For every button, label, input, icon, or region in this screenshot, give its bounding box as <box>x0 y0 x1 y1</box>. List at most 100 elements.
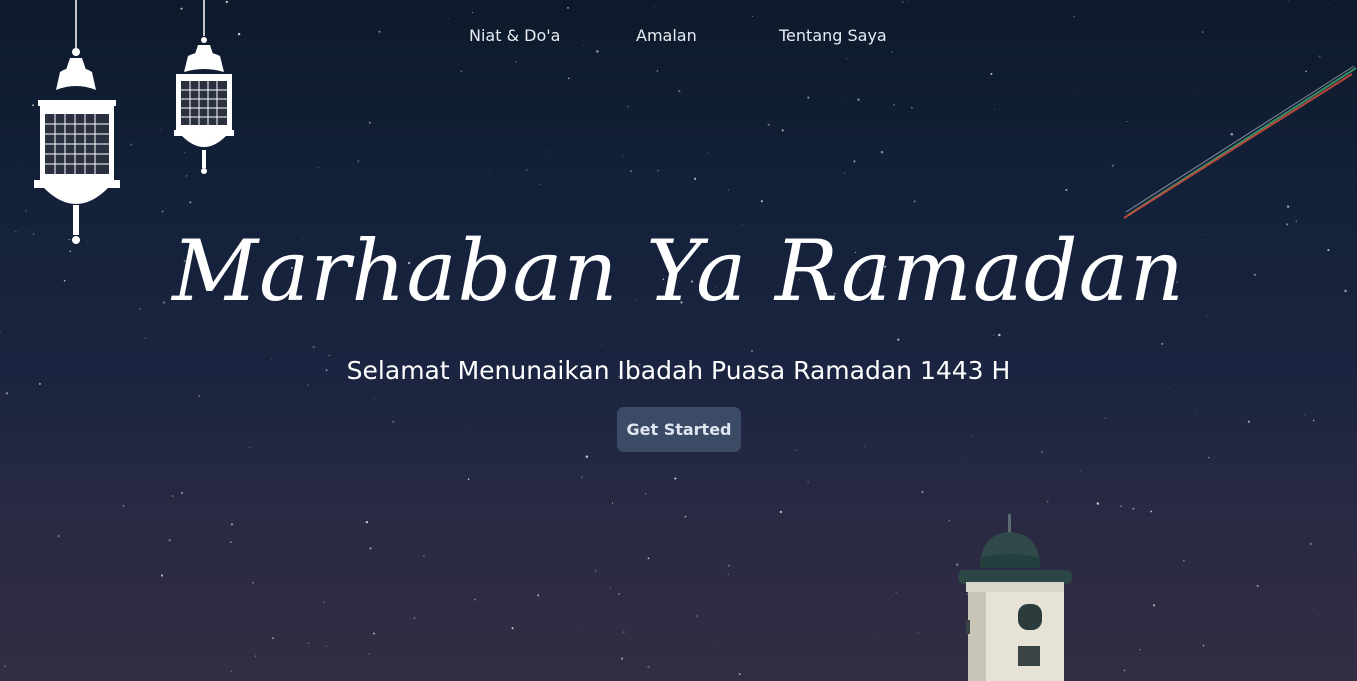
star <box>488 170 490 172</box>
star <box>1079 471 1081 472</box>
star <box>378 30 381 33</box>
star <box>1120 505 1122 507</box>
star <box>1328 3 1329 4</box>
nav-link-niat-doa[interactable]: Niat & Do'a <box>469 26 560 45</box>
star <box>627 105 629 108</box>
star <box>990 72 993 75</box>
star <box>901 1 904 3</box>
star <box>548 151 551 153</box>
star <box>620 657 624 660</box>
star <box>1150 510 1153 513</box>
star <box>1058 471 1060 473</box>
star <box>1132 507 1135 510</box>
star <box>750 349 754 353</box>
lantern-icon <box>174 0 234 174</box>
star <box>1123 669 1126 672</box>
star <box>567 7 569 9</box>
star <box>1288 0 1290 2</box>
star <box>872 639 874 640</box>
star <box>368 653 370 655</box>
star <box>807 96 810 99</box>
star <box>1161 342 1164 345</box>
star <box>880 150 884 154</box>
star <box>653 6 655 7</box>
star <box>17 166 19 168</box>
star <box>695 614 699 618</box>
star <box>357 160 360 163</box>
star <box>840 67 842 68</box>
star <box>230 523 233 526</box>
star <box>963 458 965 460</box>
star <box>647 665 650 669</box>
star <box>609 587 612 589</box>
star <box>444 347 446 348</box>
star <box>210 407 212 408</box>
star <box>998 333 1001 337</box>
star <box>1229 545 1231 546</box>
star <box>471 12 473 13</box>
star <box>539 183 541 186</box>
hero-title: Marhaban Ya Ramadan <box>172 222 1185 320</box>
star <box>897 338 900 341</box>
mosque-minaret-icon <box>958 514 1072 681</box>
star <box>1139 648 1141 651</box>
star <box>323 601 325 603</box>
star <box>891 51 893 53</box>
star <box>612 502 614 504</box>
star <box>255 655 257 657</box>
star <box>104 599 105 601</box>
get-started-button[interactable]: Get Started <box>617 407 741 452</box>
star <box>1325 669 1327 671</box>
star <box>853 160 856 163</box>
star <box>307 642 310 644</box>
star <box>993 334 995 336</box>
star <box>582 626 584 628</box>
star <box>1201 31 1204 34</box>
star <box>4 665 6 668</box>
star <box>515 60 517 63</box>
lantern-icon <box>34 0 120 244</box>
star <box>1309 542 1313 546</box>
star <box>907 1 909 3</box>
star <box>122 504 125 507</box>
star <box>160 128 162 130</box>
star <box>1104 417 1106 420</box>
star <box>181 492 183 494</box>
star <box>467 478 470 481</box>
star <box>760 200 763 203</box>
star <box>249 447 251 449</box>
star <box>583 45 584 47</box>
star <box>754 385 756 387</box>
star <box>921 490 924 494</box>
star <box>373 632 375 635</box>
star <box>622 156 624 158</box>
star <box>369 547 372 550</box>
star <box>1318 55 1321 58</box>
star <box>994 108 995 110</box>
star <box>846 58 848 60</box>
star <box>397 83 398 85</box>
star <box>272 637 274 640</box>
nav-link-tentang-saya[interactable]: Tentang Saya <box>779 26 887 45</box>
star <box>1111 164 1115 167</box>
nav-link-amalan[interactable]: Amalan <box>636 26 697 45</box>
star <box>895 591 897 593</box>
star <box>189 201 192 204</box>
star <box>57 534 60 538</box>
star <box>727 189 730 191</box>
star <box>727 564 731 567</box>
star <box>795 449 797 451</box>
star <box>25 210 27 212</box>
star <box>160 574 164 577</box>
star <box>171 494 174 498</box>
star <box>1312 419 1315 422</box>
star <box>473 598 477 601</box>
star <box>618 593 620 595</box>
star <box>693 177 697 180</box>
star <box>863 445 865 447</box>
star <box>252 582 254 584</box>
star <box>5 392 8 395</box>
star <box>1202 644 1205 647</box>
star <box>1304 414 1306 416</box>
star <box>392 421 395 423</box>
